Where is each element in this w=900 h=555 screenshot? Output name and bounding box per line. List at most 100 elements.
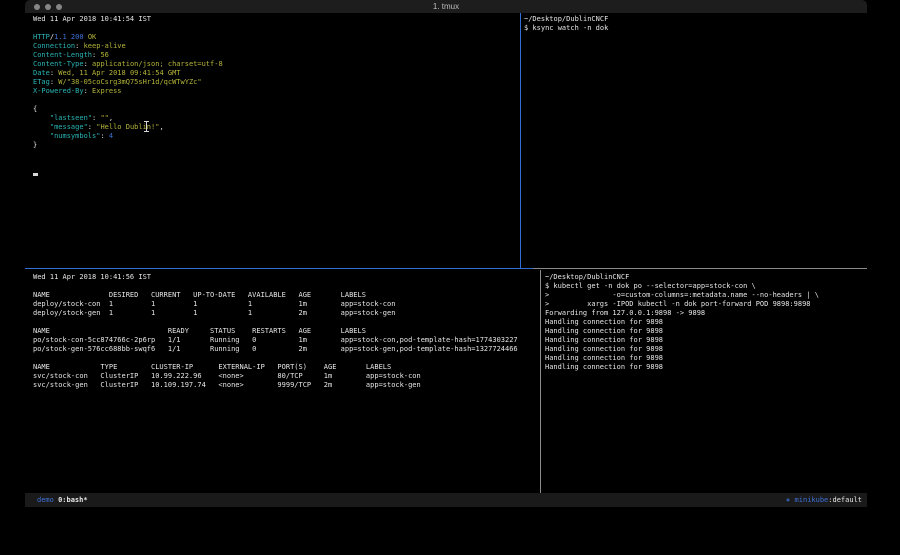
terminal-line: $ kubectl get -n dok po --selector=app=s… xyxy=(545,282,819,291)
text-segment: po/stock-gen-576cc688bb-swqf6 1/1 Runnin… xyxy=(33,345,518,353)
text-segment: OK xyxy=(88,33,96,41)
pane-http-response[interactable]: Wed 11 Apr 2018 10:41:54 IST HTTP/1.1 200… xyxy=(33,15,223,177)
text-segment: NAME DESIRED CURRENT UP-TO-DATE AVAILABL… xyxy=(33,291,366,299)
text-segment xyxy=(33,132,50,140)
traffic-lights xyxy=(34,0,62,13)
terminal-line: Handling connection for 9898 xyxy=(545,345,819,354)
terminal-line: > xargs -IPOD kubectl -n dok port-forwar… xyxy=(545,300,819,309)
text-segment: "lastseen" xyxy=(50,114,92,122)
tmux-session-window-tab[interactable]: demo 0:bash* xyxy=(37,496,88,504)
terminal-line: > -o=custom-columns=:metadata.name --no-… xyxy=(545,291,819,300)
terminal-line xyxy=(33,168,223,177)
text-segment: Content-Length xyxy=(33,51,92,59)
text-segment: X-Powered-By xyxy=(33,87,84,95)
terminal-line: { xyxy=(33,105,223,114)
text-segment: application/json; charset=utf-8 xyxy=(92,60,223,68)
text-segment: Express xyxy=(92,87,122,95)
terminal-line: svc/stock-con ClusterIP 10.99.222.96 <no… xyxy=(33,372,518,381)
terminal-line xyxy=(33,282,518,291)
text-segment: 1.1 200 xyxy=(54,33,84,41)
terminal-line xyxy=(33,318,518,327)
text-segment: 4 xyxy=(109,132,113,140)
text-segment: Handling connection for 9898 xyxy=(545,327,663,335)
text-segment xyxy=(33,114,50,122)
pane-divider-vertical-top[interactable] xyxy=(520,13,521,268)
pane-port-forward[interactable]: ~/Desktop/DublinCNCF$ kubectl get -n dok… xyxy=(545,273,819,372)
text-segment: ETag xyxy=(33,78,50,86)
text-segment: 56 xyxy=(100,51,108,59)
text-segment: ~/Desktop/DublinCNCF xyxy=(545,273,629,281)
text-segment: , xyxy=(109,114,113,122)
close-button[interactable] xyxy=(34,4,40,10)
text-segment: W/"38-05coCsrg3mQ75sHr1d/qcWTwYZc" xyxy=(58,78,201,86)
terminal-line: ~/Desktop/DublinCNCF xyxy=(545,273,819,282)
terminal-line: Connection: keep-alive xyxy=(33,42,223,51)
terminal-line: NAME DESIRED CURRENT UP-TO-DATE AVAILABL… xyxy=(33,291,518,300)
terminal-line: deploy/stock-gen 1 1 1 1 2m app=stock-ge… xyxy=(33,309,518,318)
zoom-button[interactable] xyxy=(56,4,62,10)
terminal-line: "message": "Hello Dublin!", xyxy=(33,123,223,132)
terminal-line: Wed 11 Apr 2018 10:41:54 IST xyxy=(33,15,223,24)
text-segment: NAME READY STATUS RESTARTS AGE LABELS xyxy=(33,327,366,335)
text-segment: , xyxy=(159,123,163,131)
terminal-line: HTTP/1.1 200 OK xyxy=(33,33,223,42)
terminal-line: Content-Length: 56 xyxy=(33,51,223,60)
text-segment xyxy=(33,123,50,131)
terminal-line xyxy=(33,354,518,363)
terminal-window: 1. tmux Wed 11 Apr 2018 10:41:54 IST HTTP… xyxy=(25,0,867,507)
text-segment: : xyxy=(84,87,92,95)
text-segment: $ kubectl get -n dok po --selector=app=s… xyxy=(545,282,756,290)
terminal-line: ~/Desktop/DublinCNCF xyxy=(524,15,608,24)
terminal-line: NAME TYPE CLUSTER-IP EXTERNAL-IP PORT(S)… xyxy=(33,363,518,372)
text-segment: ⎈ minikube xyxy=(786,496,828,504)
text-segment: } xyxy=(33,141,37,149)
pane-divider-vertical-bottom[interactable] xyxy=(540,270,541,493)
terminal-line: Handling connection for 9898 xyxy=(545,327,819,336)
tmux-status-bar: demo 0:bash* ⎈ minikube:default xyxy=(25,493,867,507)
tmux-terminal: Wed 11 Apr 2018 10:41:54 IST HTTP/1.1 200… xyxy=(25,13,867,493)
terminal-line: Handling connection for 9898 xyxy=(545,363,819,372)
text-segment: "" xyxy=(100,114,108,122)
text-segment: keep-alive xyxy=(84,42,126,50)
text-segment: deploy/stock-con 1 1 1 1 1m app=stock-co… xyxy=(33,300,395,308)
window-titlebar[interactable]: 1. tmux xyxy=(25,0,867,13)
terminal-line: X-Powered-By: Express xyxy=(33,87,223,96)
terminal-line: deploy/stock-con 1 1 1 1 1m app=stock-co… xyxy=(33,300,518,309)
text-segment: demo xyxy=(37,496,58,504)
text-segment: ~/Desktop/DublinCNCF xyxy=(524,15,608,23)
text-segment: 0:bash* xyxy=(58,496,88,504)
text-segment: "message" xyxy=(50,123,88,131)
kube-context-indicator: ⎈ minikube:default xyxy=(786,496,862,504)
terminal-line: svc/stock-gen ClusterIP 10.109.197.74 <n… xyxy=(33,381,518,390)
terminal-line: Forwarding from 127.0.0.1:9898 -> 9898 xyxy=(545,309,819,318)
text-segment: :default xyxy=(828,496,862,504)
text-segment: Handling connection for 9898 xyxy=(545,363,663,371)
terminal-line: "lastseen": "", xyxy=(33,114,223,123)
text-segment: "Hello Dublin!" xyxy=(96,123,159,131)
text-segment: : xyxy=(75,42,83,50)
text-segment: "numsymbols" xyxy=(50,132,101,140)
pane-ksync-watch[interactable]: ~/Desktop/DublinCNCF$ ksync watch -n dok xyxy=(524,15,608,33)
terminal-line: Handling connection for 9898 xyxy=(545,354,819,363)
text-segment: po/stock-con-5cc874766c-2p6rp 1/1 Runnin… xyxy=(33,336,518,344)
pane-divider-horizontal[interactable] xyxy=(533,268,867,269)
terminal-line: "numsymbols": 4 xyxy=(33,132,223,141)
text-segment: Connection xyxy=(33,42,75,50)
text-segment: > xargs -IPOD kubectl -n dok port-forwar… xyxy=(545,300,811,308)
text-segment: NAME TYPE CLUSTER-IP EXTERNAL-IP PORT(S)… xyxy=(33,363,391,371)
terminal-line xyxy=(33,24,223,33)
text-segment: deploy/stock-gen 1 1 1 1 2m app=stock-ge… xyxy=(33,309,395,317)
pane-kubectl-resources[interactable]: Wed 11 Apr 2018 10:41:56 ISTNAME DESIRED… xyxy=(33,273,518,390)
text-ibeam-pointer-icon xyxy=(144,121,149,132)
text-segment: svc/stock-con ClusterIP 10.99.222.96 <no… xyxy=(33,372,421,380)
text-segment: : xyxy=(88,123,96,131)
terminal-line: Date: Wed, 11 Apr 2018 09:41:54 GMT xyxy=(33,69,223,78)
terminal-line: ETag: W/"38-05coCsrg3mQ75sHr1d/qcWTwYZc" xyxy=(33,78,223,87)
text-segment: $ ksync watch -n dok xyxy=(524,24,608,32)
text-segment: : xyxy=(100,132,108,140)
minimize-button[interactable] xyxy=(45,4,51,10)
window-title: 1. tmux xyxy=(25,0,867,13)
pane-divider-horizontal-active[interactable] xyxy=(25,268,533,269)
terminal-line: Content-Type: application/json; charset=… xyxy=(33,60,223,69)
terminal-line: po/stock-con-5cc874766c-2p6rp 1/1 Runnin… xyxy=(33,336,518,345)
